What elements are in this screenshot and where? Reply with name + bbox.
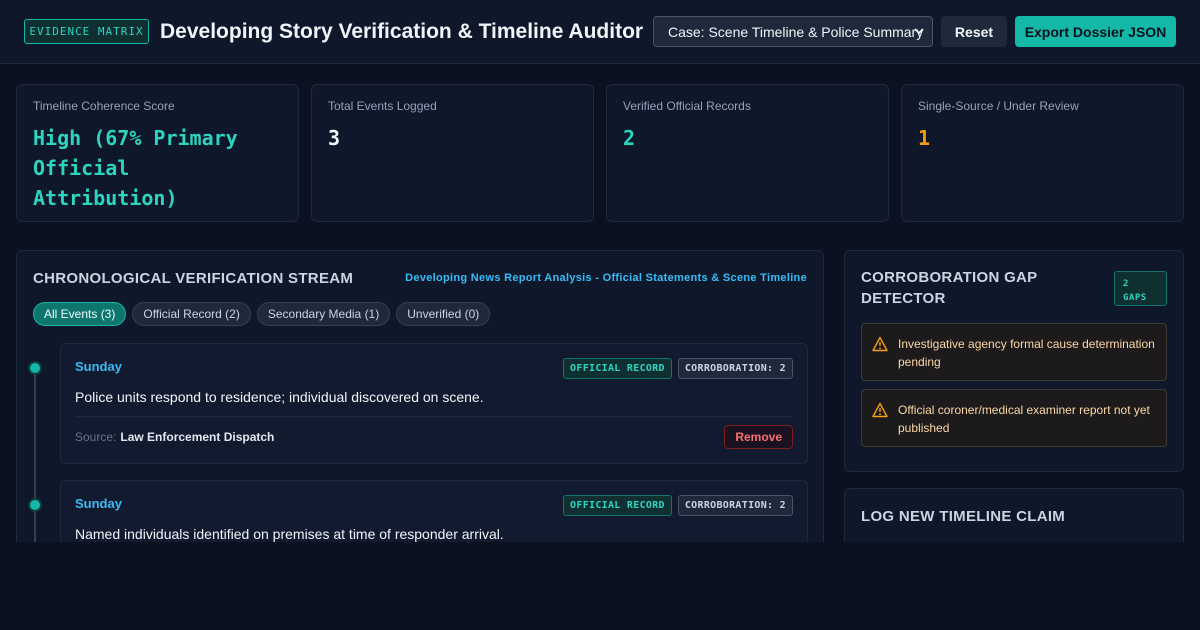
chevron-down-icon: [914, 28, 924, 35]
gap-count-badge: 2 GAPS: [1114, 271, 1167, 306]
event-source: Source: Law Enforcement Dispatch: [75, 430, 274, 444]
stat-card-coherence: Timeline Coherence Score High (67% Prima…: [16, 84, 299, 222]
event-day: Sunday: [75, 359, 122, 374]
viewport-bottom: [0, 542, 1200, 630]
stat-card-verified: Verified Official Records 2: [606, 84, 889, 222]
warning-icon: [872, 336, 888, 352]
page-title: Developing Story Verification & Timeline…: [160, 20, 644, 43]
gap-item-text: Official coroner/medical examiner report…: [898, 403, 1150, 435]
filter-secondary-media[interactable]: Secondary Media (1): [256, 302, 391, 326]
remove-event-button[interactable]: Remove: [724, 425, 793, 449]
stat-label: Total Events Logged: [328, 99, 437, 113]
stat-card-total-events: Total Events Logged 3: [311, 84, 594, 222]
stat-card-single-source: Single-Source / Under Review 1: [901, 84, 1184, 222]
filter-official-record[interactable]: Official Record (2): [132, 302, 251, 326]
filter-all-events[interactable]: All Events (3): [33, 302, 127, 326]
event-description: Named individuals identified on premises…: [75, 526, 504, 542]
export-dossier-button[interactable]: Export Dossier JSON: [1015, 16, 1176, 47]
case-select[interactable]: Case: Scene Timeline & Police Summary: [653, 16, 933, 47]
corroboration-tag: CORROBORATION: 2: [677, 358, 793, 379]
corroboration-tag: CORROBORATION: 2: [677, 495, 793, 516]
stat-label: Timeline Coherence Score: [33, 99, 175, 113]
stat-value: 3: [328, 126, 341, 150]
gap-item: Official coroner/medical examiner report…: [861, 389, 1167, 447]
reset-button[interactable]: Reset: [941, 16, 1007, 47]
timeline-event-card: Sunday OFFICIAL RECORD CORROBORATION: 2 …: [60, 343, 808, 464]
event-tags: OFFICIAL RECORD CORROBORATION: 2: [563, 358, 793, 379]
source-name: Law Enforcement Dispatch: [120, 430, 275, 444]
stat-value: High (67% Primary Official Attribution): [33, 126, 238, 210]
brand-badge: EVIDENCE MATRIX: [24, 19, 149, 44]
official-record-tag: OFFICIAL RECORD: [563, 495, 672, 516]
timeline-dot: [28, 498, 42, 512]
stat-value: 2: [623, 126, 636, 150]
case-select-value: Case: Scene Timeline & Police Summary: [668, 23, 924, 40]
source-label: Source:: [75, 430, 117, 444]
warning-icon: [872, 402, 888, 418]
stat-value: 1: [918, 126, 931, 150]
event-day: Sunday: [75, 496, 122, 511]
filter-unverified[interactable]: Unverified (0): [396, 302, 491, 326]
gap-item-text: Investigative agency formal cause determ…: [898, 337, 1155, 369]
divider: [75, 416, 793, 417]
official-record-tag: OFFICIAL RECORD: [563, 358, 672, 379]
gap-item: Investigative agency formal cause determ…: [861, 323, 1167, 381]
stat-label: Verified Official Records: [623, 99, 751, 113]
verification-stream-panel: CHRONOLOGICAL VERIFICATION STREAM Develo…: [16, 250, 824, 570]
log-new-claim-title: LOG NEW TIMELINE CLAIM: [861, 508, 1066, 525]
app-header: EVIDENCE MATRIX Developing Story Verific…: [0, 0, 1200, 64]
stat-label: Single-Source / Under Review: [918, 99, 1079, 113]
event-tags: OFFICIAL RECORD CORROBORATION: 2: [563, 495, 793, 516]
stream-title: CHRONOLOGICAL VERIFICATION STREAM: [33, 270, 354, 287]
gap-detector-title: CORROBORATION GAP DETECTOR: [861, 269, 1038, 307]
event-description: Police units respond to residence; indiv…: [75, 389, 484, 405]
stream-subtitle: Developing News Report Analysis - Offici…: [405, 272, 807, 284]
filter-pills: All Events (3) Official Record (2) Secon…: [33, 302, 491, 326]
timeline-line: [34, 361, 36, 569]
gap-detector-panel: CORROBORATION GAP DETECTOR 2 GAPS Invest…: [844, 250, 1184, 472]
timeline-dot: [28, 361, 42, 375]
